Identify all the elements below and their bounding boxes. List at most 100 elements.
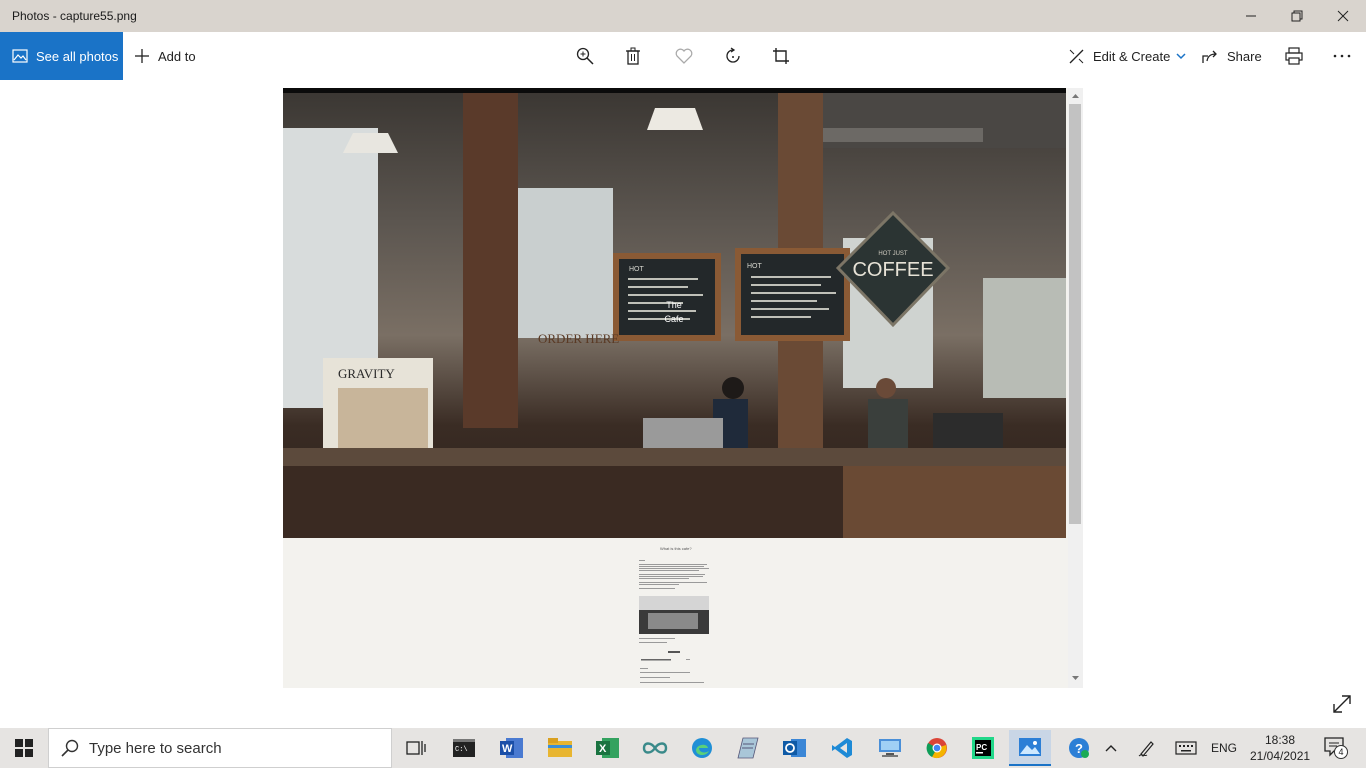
favorite-button[interactable] — [666, 32, 702, 80]
photos-toolbar: See all photos Add to Edit & Create Shar… — [0, 32, 1366, 80]
touch-keyboard-button[interactable] — [1172, 728, 1200, 768]
taskbar-app-word[interactable]: W — [492, 732, 532, 764]
taskbar-app-notes[interactable] — [728, 732, 768, 764]
taskbar-app-terminal[interactable]: C:\ — [444, 732, 484, 764]
word-icon: W — [500, 738, 523, 758]
help-tray-button[interactable]: ? — [1064, 728, 1094, 768]
trash-icon — [626, 47, 640, 65]
pen-icon — [1138, 741, 1154, 757]
document-heading: What is this cafe? — [660, 546, 692, 551]
outlook-icon — [783, 739, 806, 757]
minimize-button[interactable] — [1228, 0, 1274, 32]
photo-top-border — [283, 88, 1066, 93]
crop-button[interactable] — [763, 32, 799, 80]
help-icon: ? — [1069, 738, 1089, 758]
taskbar-app-outlook[interactable] — [775, 732, 815, 764]
taskbar-app-vscode[interactable] — [822, 732, 862, 764]
terminal-icon: C:\ — [453, 739, 475, 757]
edit-wand-icon — [1069, 49, 1084, 63]
edit-create-button[interactable]: Edit & Create — [1068, 32, 1186, 80]
photos-app-icon — [1019, 738, 1041, 756]
chevron-up-icon — [1105, 745, 1117, 752]
gravity-box-label: GRAVITY — [338, 366, 395, 381]
excel-icon: X — [596, 738, 619, 758]
task-view-icon — [406, 741, 426, 755]
taskbar-app-infinity[interactable] — [635, 732, 675, 764]
rotate-button[interactable] — [715, 32, 751, 80]
taskbar-app-chrome[interactable] — [917, 732, 957, 764]
window-title: Photos - capture55.png — [12, 9, 137, 23]
add-to-label: Add to — [158, 48, 196, 64]
pycharm-icon: PC — [972, 737, 994, 759]
taskbar-app-edge[interactable] — [682, 732, 722, 764]
task-view-button[interactable] — [396, 732, 436, 764]
heart-icon — [675, 48, 693, 64]
zoom-button[interactable] — [567, 32, 603, 80]
minimize-icon — [1246, 15, 1256, 17]
svg-text:C:\: C:\ — [455, 746, 468, 754]
notification-count-badge: 4 — [1334, 745, 1348, 759]
show-hidden-icons-button[interactable] — [1100, 728, 1122, 768]
scrollbar-thumb[interactable] — [1069, 104, 1081, 524]
language-indicator[interactable]: ENG — [1208, 728, 1240, 768]
clock-date: 21/04/2021 — [1250, 749, 1311, 763]
remote-desktop-icon — [879, 739, 901, 757]
keyboard-icon — [1175, 741, 1197, 755]
photos-icon — [12, 49, 28, 63]
overlay-title-cafe: Cafe — [664, 314, 683, 324]
start-button[interactable] — [0, 728, 48, 768]
plus-icon — [135, 49, 149, 63]
clock-time: 18:38 — [1264, 733, 1296, 747]
share-icon — [1202, 50, 1217, 63]
svg-text:W: W — [502, 743, 513, 755]
taskbar-search-box[interactable]: Type here to search — [48, 728, 392, 768]
order-here-sign: ORDER HERE — [538, 331, 619, 346]
delete-button[interactable] — [615, 32, 651, 80]
restore-icon — [1291, 10, 1303, 22]
coffee-sign-text: COFFEE — [852, 259, 933, 281]
zoom-in-icon — [576, 47, 594, 65]
windows-logo-icon — [15, 739, 33, 757]
chrome-icon — [926, 738, 947, 759]
chevron-down-icon — [1176, 53, 1186, 60]
see-all-photos-button[interactable]: See all photos — [0, 32, 123, 80]
close-button[interactable] — [1320, 0, 1366, 32]
edit-create-label: Edit & Create — [1093, 48, 1171, 64]
close-icon — [1337, 10, 1349, 22]
taskbar-clock[interactable]: 18:38 21/04/2021 — [1250, 732, 1310, 764]
fullscreen-button[interactable] — [1330, 692, 1354, 716]
title-bar: Photos - capture55.png — [0, 0, 1366, 32]
taskbar-app-pycharm[interactable]: PC — [963, 732, 1003, 764]
image-viewer[interactable]: HOT HOT HOT JUST COFFEE ORDER HERE GRAVI… — [283, 88, 1083, 688]
restore-button[interactable] — [1274, 0, 1320, 32]
share-label: Share — [1227, 48, 1262, 64]
taskbar: Type here to search C:\ W X PC ? ENG 18:… — [0, 728, 1366, 768]
see-all-photos-label: See all photos — [36, 48, 119, 64]
taskbar-app-photos[interactable] — [1009, 730, 1051, 766]
infinity-icon — [642, 742, 668, 754]
vscode-icon — [832, 738, 852, 758]
print-button[interactable] — [1276, 32, 1312, 80]
cafe-photo: HOT HOT HOT JUST COFFEE ORDER HERE GRAVI… — [283, 88, 1066, 538]
taskbar-app-file-explorer[interactable] — [540, 732, 580, 764]
rotate-icon — [726, 47, 740, 63]
share-button[interactable]: Share — [1202, 32, 1262, 80]
svg-text:HOT: HOT — [747, 263, 763, 270]
taskbar-app-excel[interactable]: X — [588, 732, 628, 764]
taskbar-app-remote[interactable] — [870, 732, 910, 764]
pen-workspace-button[interactable] — [1134, 728, 1160, 768]
cafe-scene-illustration: HOT HOT HOT JUST COFFEE ORDER HERE GRAVI… — [283, 88, 1066, 538]
printer-icon — [1285, 47, 1303, 65]
document-body-preview — [639, 560, 709, 683]
svg-text:PC: PC — [976, 743, 987, 752]
more-options-button[interactable] — [1324, 32, 1360, 80]
svg-text:HOT: HOT — [629, 266, 645, 273]
expand-icon — [1333, 695, 1351, 713]
svg-text:X: X — [599, 743, 607, 755]
crop-icon — [773, 48, 789, 64]
notes-icon — [737, 737, 759, 759]
add-to-button[interactable]: Add to — [134, 32, 196, 80]
search-icon — [61, 739, 79, 757]
more-icon — [1333, 54, 1351, 58]
edge-icon — [692, 738, 712, 758]
